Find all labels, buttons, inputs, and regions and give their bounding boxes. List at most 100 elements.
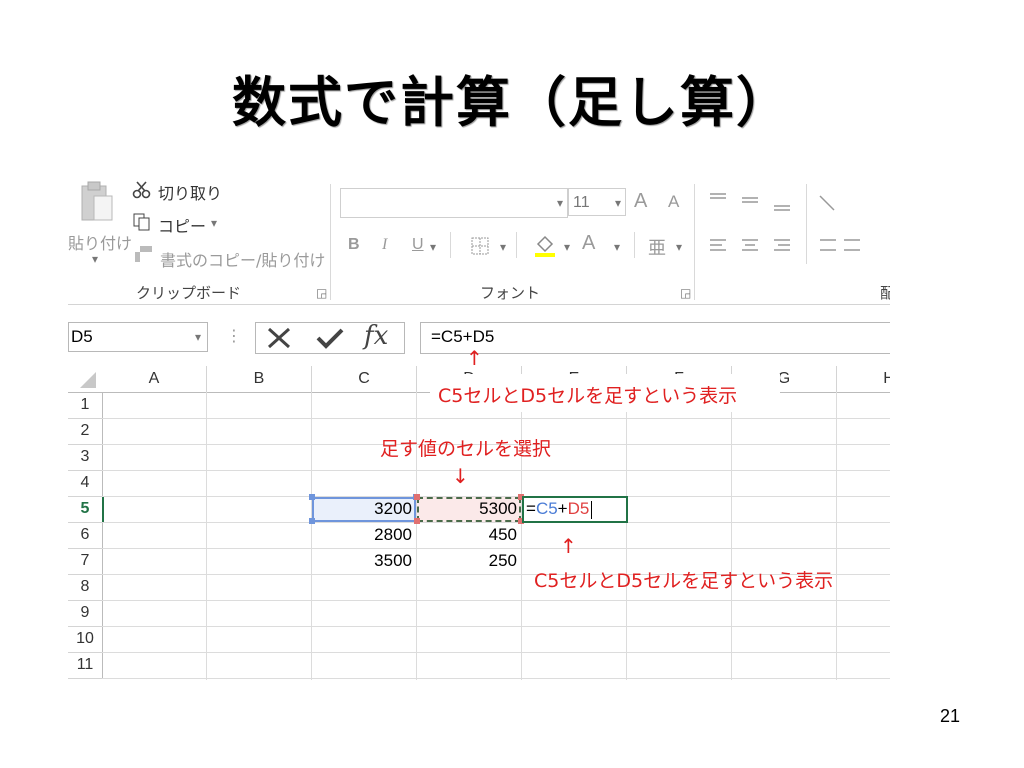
editing-equals: = [526,499,536,518]
cell-c5[interactable]: 3200 [312,496,416,522]
clipboard-group-label: クリップボード [136,284,242,302]
borders-dropdown-icon[interactable]: ▾ [500,240,506,254]
formula-bar-grip-icon: ⋮ [226,326,242,345]
callout-formula-bar: C5セルとD5セルを足すという表示 [438,385,738,407]
separator [516,232,517,258]
shrink-font-button[interactable]: A [668,192,679,212]
arrow-up-icon: ↑ [560,534,577,558]
alignment-group-label-fragment: 配 [880,284,890,302]
grow-font-button[interactable]: A [634,190,647,213]
font-color-button[interactable]: A [582,232,604,260]
cell-c6[interactable]: 2800 [312,522,416,548]
clipboard-launcher-icon[interactable]: ◲ [316,286,327,300]
callout-select-cells: 足す値のセルを選択 [380,438,552,460]
select-all-corner[interactable] [68,366,103,393]
gridline [626,392,627,680]
editing-ref-c5: C5 [535,499,558,518]
row-header-1[interactable]: 1 [68,392,103,419]
slide-title: 数式で計算（足し算） [232,71,792,134]
arrow-up-icon: ↑ [466,346,483,370]
column-header-h[interactable]: H [837,366,890,393]
row-header-5[interactable]: 5 [68,496,104,523]
row-header-9[interactable]: 9 [68,600,103,627]
separator [634,232,635,258]
group-separator [330,184,331,300]
separator [450,232,451,258]
separator [806,184,807,264]
gridline [206,392,207,680]
cell-d7[interactable]: 250 [417,548,521,574]
fill-color-icon[interactable] [532,232,558,258]
format-painter-icon [132,244,154,264]
fill-color-dropdown-icon[interactable]: ▾ [564,240,570,254]
scissors-icon [132,180,152,200]
cell-d5[interactable]: 5300 [417,496,521,522]
insert-function-icon[interactable]: fx [364,321,388,351]
gridline [731,392,732,680]
font-group-label: フォント [480,284,541,302]
paste-dropdown-icon[interactable]: ▾ [92,252,98,266]
underline-button[interactable]: U [412,236,424,254]
name-box[interactable]: D5 ▾ [68,322,208,352]
enter-check-icon[interactable] [316,326,344,350]
phonetic-dropdown-icon[interactable]: ▾ [676,240,682,254]
font-color-dropdown-icon[interactable]: ▾ [614,240,620,254]
row-header-11[interactable]: 11 [68,652,103,679]
cancel-icon[interactable] [266,326,292,350]
group-separator [694,184,695,300]
ribbon: 貼り付け ▾ 切り取り コピー ▾ 書式のコピー/貼り付け クリップボード ◲ … [68,180,890,305]
name-box-value: D5 [71,327,93,346]
formula-controls: fx [255,321,405,354]
callout-cell-formula: C5セルとD5セルを足すという表示 [534,570,834,592]
formula-input-value: =C5+D5 [431,327,495,346]
name-box-dropdown-icon[interactable]: ▾ [195,330,201,344]
underline-dropdown-icon[interactable]: ▾ [430,240,436,254]
gridline [102,678,890,679]
italic-button[interactable]: I [382,236,387,254]
arrow-down-icon: ↓ [452,464,469,488]
bold-button[interactable]: B [348,236,360,254]
editing-plus: + [557,499,568,518]
copy-dropdown-icon[interactable]: ▾ [211,216,217,230]
row-header-4[interactable]: 4 [68,470,103,497]
cell-c7[interactable]: 3500 [312,548,416,574]
editing-ref-d5: D5 [567,499,590,518]
slide-number: 21 [939,706,960,726]
font-name-dropdown-icon[interactable]: ▾ [557,196,563,210]
column-header-c[interactable]: C [312,366,417,393]
font-color-label: A [582,232,596,254]
font-launcher-icon[interactable]: ◲ [680,286,691,300]
paste-icon[interactable] [74,180,124,228]
row-header-3[interactable]: 3 [68,444,103,471]
row-header-10[interactable]: 10 [68,626,103,653]
formula-input[interactable]: =C5+D5 [420,322,890,354]
column-header-a[interactable]: A [102,366,207,393]
format-painter-button[interactable]: 書式のコピー/貼り付け [160,247,325,271]
gridline [102,470,890,471]
borders-icon[interactable] [470,236,490,256]
excel-screenshot: 貼り付け ▾ 切り取り コピー ▾ 書式のコピー/貼り付け クリップボード ◲ … [68,180,890,680]
text-cursor [591,500,593,519]
alignment-buttons [708,188,868,268]
row-header-7[interactable]: 7 [68,548,103,575]
row-header-8[interactable]: 8 [68,574,103,601]
worksheet-grid: A B C D E F G H 1 2 3 4 5 6 7 8 9 10 11 [68,366,890,680]
cell-d6[interactable]: 450 [417,522,521,548]
gridline [102,418,890,419]
font-size-combo[interactable]: 11 ▾ [568,188,626,216]
gridline [102,626,890,627]
column-header-b[interactable]: B [207,366,312,393]
gridline [102,600,890,601]
phonetic-guide-button[interactable]: 亜 [648,234,666,260]
active-cell-e5[interactable]: =C5+D5 [522,496,628,523]
copy-icon [132,212,152,232]
row-header-6[interactable]: 6 [68,522,103,549]
font-name-combo[interactable]: ▾ [340,188,568,218]
paste-button[interactable]: 貼り付け [68,230,132,254]
cut-button[interactable]: 切り取り [158,180,222,204]
row-header-2[interactable]: 2 [68,418,103,445]
font-size-value: 11 [573,194,590,211]
copy-button[interactable]: コピー [158,213,206,237]
gridline [836,392,837,680]
font-size-dropdown-icon[interactable]: ▾ [615,189,621,217]
